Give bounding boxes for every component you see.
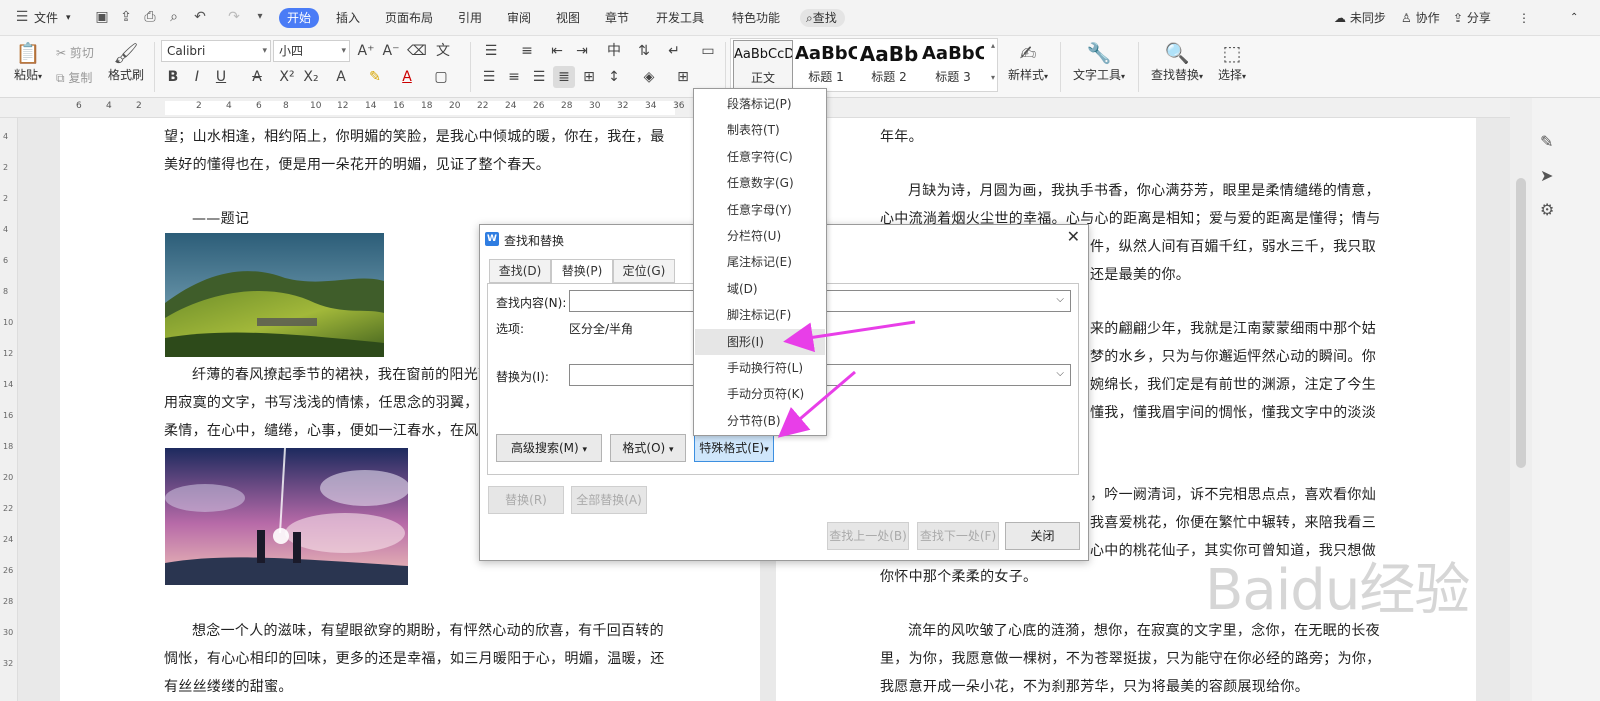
annotation-arrows [777, 320, 916, 438]
arrow-to-special-format-button [777, 370, 856, 438]
arrow-to-graphic-item [783, 320, 916, 353]
